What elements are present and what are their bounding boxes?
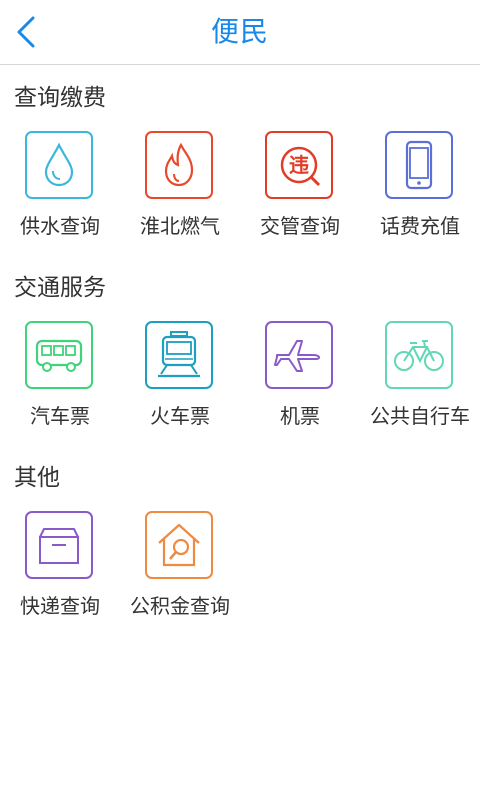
svg-text:违: 违: [289, 153, 309, 177]
service-label: 交管查询: [260, 214, 340, 238]
service-label: 话费充值: [380, 214, 460, 238]
service-express-query[interactable]: 快递查询: [0, 511, 120, 641]
phone-icon: [385, 131, 453, 199]
house-search-icon: [145, 511, 213, 579]
traffic-violation-icon: 违: [265, 131, 333, 199]
train-icon: [145, 321, 213, 389]
page-title: 便民: [210, 15, 269, 48]
service-train-ticket[interactable]: 火车票: [120, 321, 240, 451]
service-air-ticket[interactable]: 机票: [240, 321, 360, 451]
service-label: 汽车票: [30, 404, 90, 428]
bicycle-icon: [385, 321, 453, 389]
flame-icon: [145, 131, 213, 199]
nav-bar: 便民: [0, 0, 480, 65]
service-bus-ticket[interactable]: 汽车票: [0, 321, 120, 451]
service-label: 快递查询: [20, 594, 100, 618]
service-fund-query[interactable]: 公积金查询: [120, 511, 240, 641]
service-water-query[interactable]: 供水查询: [0, 131, 120, 261]
airplane-icon: [265, 321, 333, 389]
section-title-query-pay: 查询缴费: [14, 85, 106, 111]
service-label: 公共自行车: [370, 404, 470, 428]
service-label: 供水查询: [20, 214, 100, 238]
bus-icon: [25, 321, 93, 389]
service-gas[interactable]: 淮北燃气: [120, 131, 240, 261]
service-label: 机票: [280, 404, 320, 428]
service-label: 火车票: [150, 404, 210, 428]
service-traffic-query[interactable]: 违 交管查询: [240, 131, 360, 261]
service-phone-recharge[interactable]: 话费充值: [360, 131, 480, 261]
service-public-bicycle[interactable]: 公共自行车: [360, 321, 480, 451]
section-title-other: 其他: [14, 465, 60, 491]
service-label: 淮北燃气: [140, 214, 220, 238]
service-label: 公积金查询: [130, 594, 230, 618]
water-drop-icon: [25, 131, 93, 199]
section-title-transport: 交通服务: [14, 275, 106, 301]
package-icon: [25, 511, 93, 579]
